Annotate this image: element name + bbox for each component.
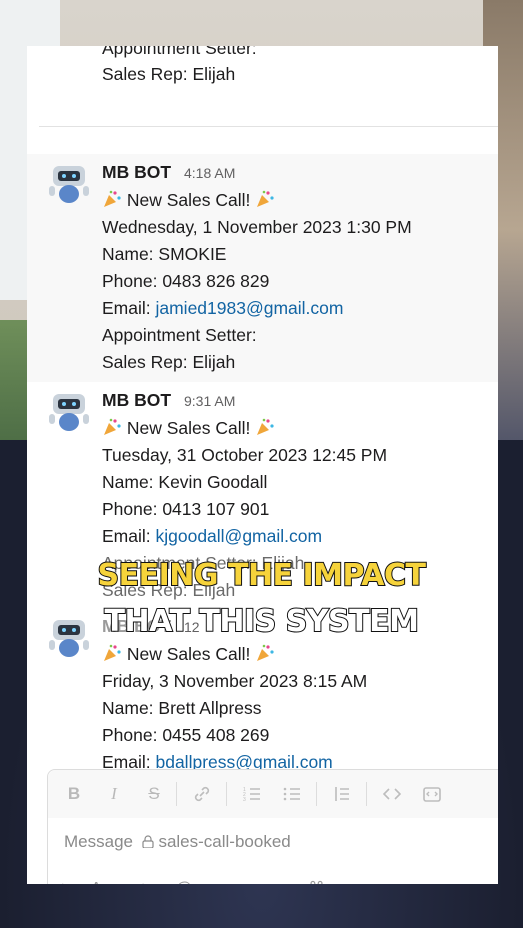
party-popper-icon [257,418,274,435]
bot-avatar-icon[interactable] [47,162,91,206]
message-headline: New Sales Call! [102,643,275,665]
audio-icon[interactable]: ♪ [266,880,274,884]
message-headline: New Sales Call! [102,417,275,439]
message-item[interactable]: MB BOT 4:18 AM New Sales Call! Wednesday… [27,154,498,382]
message-placeholder: Message [64,832,133,851]
email-label: Email: [102,526,156,546]
lead-phone: Phone: 0413 107 901 [102,499,270,519]
headline-text: New Sales Call! [126,644,251,664]
lead-name: Name: Kevin Goodall [102,472,268,492]
caption-line-1: SEEING THE IMPACT [97,557,427,594]
appointment-datetime: Friday, 3 November 2023 8:15 AM [102,671,368,691]
code-icon[interactable] [382,784,402,804]
party-popper-icon [257,644,274,661]
slack-channel-panel: Appointment Setter: Sales Rep: Elijah MB… [27,46,498,884]
strikethrough-button[interactable]: S [144,784,164,804]
headline-text: New Sales Call! [126,190,251,210]
headline-text: New Sales Call! [126,418,251,438]
video-icon[interactable]: ▭ [226,880,241,884]
lead-phone: Phone: 0455 408 269 [102,725,270,745]
sender-name[interactable]: MB BOT [102,390,171,411]
email-label: Email: [102,298,156,318]
bulleted-list-icon[interactable] [282,784,302,804]
svg-text:3: 3 [243,797,246,803]
composer-actions: + Aa ☺ @ ▭ ♪ ⌘ [58,878,324,884]
previous-setter-line: Appointment Setter: [102,46,257,58]
email-link[interactable]: jamied1983@gmail.com [155,298,343,318]
sales-rep: Sales Rep: Elijah [102,352,236,372]
lead-email-row: Email: jamied1983@gmail.com [102,298,343,319]
message-headline: New Sales Call! [102,189,275,211]
caption-line-2: THAT THIS SYSTEM [104,603,420,640]
formatting-toolbar: B I S 123 [48,770,498,818]
previous-sales-rep: Sales Rep: Elijah [102,64,236,84]
channel-name: sales-call-booked [158,832,291,851]
emoji-icon[interactable]: ☺ [135,880,151,884]
appointment-setter: Appointment Setter: [102,325,257,345]
lead-name: Name: SMOKIE [102,244,227,264]
message-composer[interactable]: B I S 123 Message sales-call-booked + Aa… [47,769,498,884]
attach-icon[interactable]: + [58,880,67,884]
message-input[interactable]: Message sales-call-booked [64,832,464,852]
toolbar-divider [176,782,177,806]
code-block-icon[interactable] [422,784,442,804]
toolbar-divider [226,782,227,806]
message-timestamp[interactable]: 9:31 AM [184,393,235,409]
link-icon[interactable] [192,784,212,804]
bold-button[interactable]: B [64,784,84,804]
sender-name[interactable]: MB BOT [102,162,171,183]
appointment-datetime: Tuesday, 31 October 2023 12:45 PM [102,445,388,465]
mention-icon[interactable]: @ [176,880,192,884]
bot-avatar-icon[interactable] [47,390,91,434]
lead-name: Name: Brett Allpress [102,698,262,718]
format-icon[interactable]: Aa [91,880,111,884]
appointment-datetime: Wednesday, 1 November 2023 1:30 PM [102,217,412,237]
italic-button[interactable]: I [104,784,124,804]
party-popper-icon [257,190,274,207]
email-link[interactable]: kjgoodall@gmail.com [155,526,322,546]
shortcuts-icon[interactable]: ⌘ [308,880,324,884]
party-popper-icon [104,190,121,207]
lead-email-row: Email: kjgoodall@gmail.com [102,526,322,547]
quote-icon[interactable] [332,784,352,804]
lead-phone: Phone: 0483 826 829 [102,271,270,291]
toolbar-divider [316,782,317,806]
ordered-list-icon[interactable]: 123 [242,784,262,804]
party-popper-icon [104,644,121,661]
party-popper-icon [104,418,121,435]
message-divider [39,126,498,127]
toolbar-divider [366,782,367,806]
message-timestamp[interactable]: 4:18 AM [184,165,235,181]
lock-icon [142,835,154,849]
